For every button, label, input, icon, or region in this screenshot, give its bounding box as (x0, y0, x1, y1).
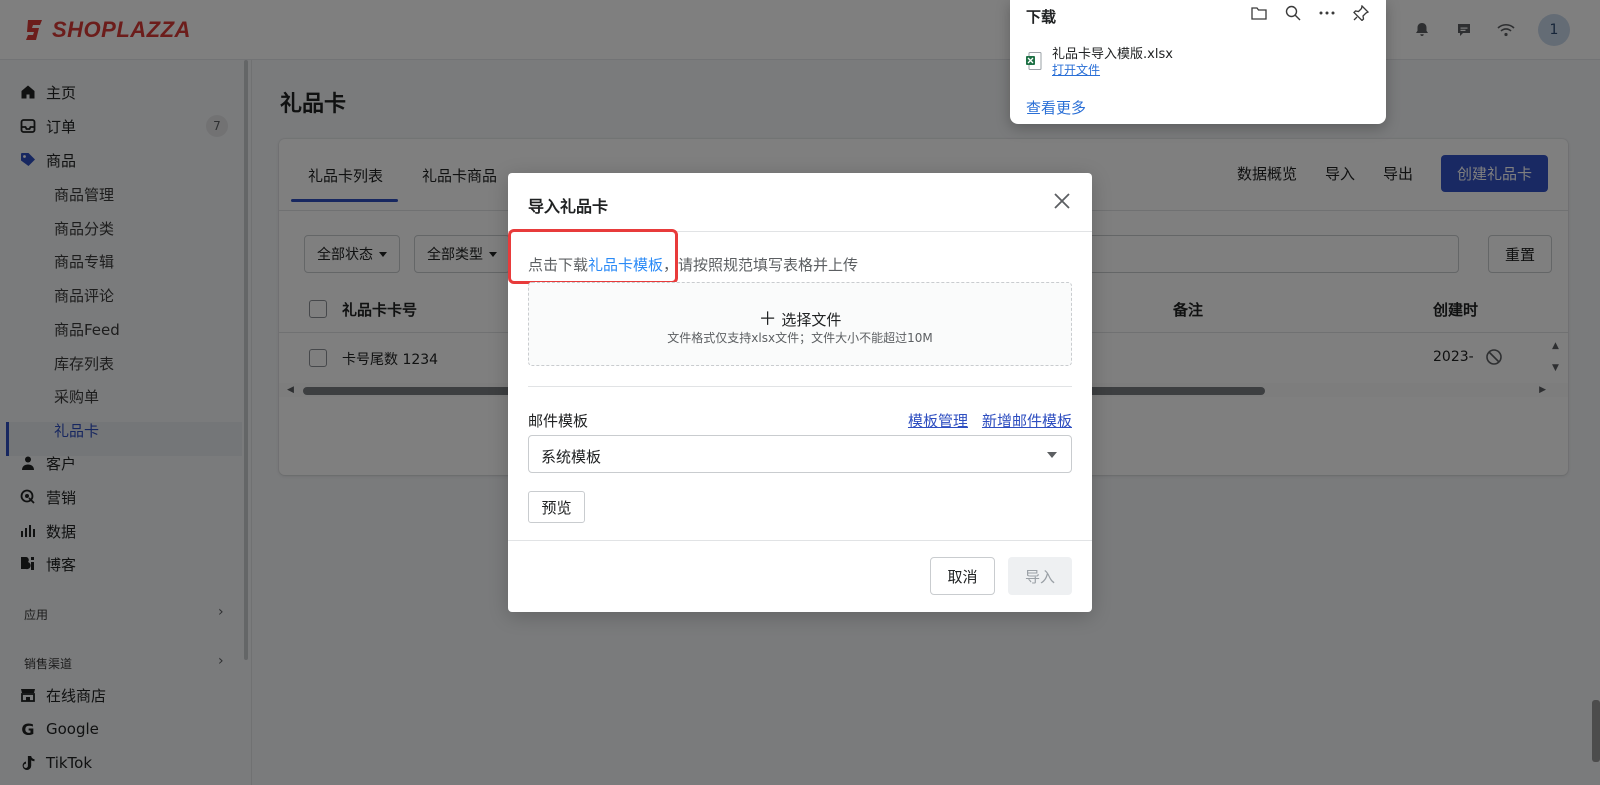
file-upload-dropzone[interactable]: ＋ 选择文件 文件格式仅支持xlsx文件；文件大小不能超过10M (528, 282, 1072, 366)
choose-file-text: 选择文件 (781, 311, 842, 329)
divider (528, 386, 1072, 387)
import-gift-card-dialog: 导入礼品卡 点击下载礼品卡模板，请按照规范填写表格并上传 ＋ 选择文件 文件格式… (508, 173, 1092, 612)
downloads-toolbar (1250, 4, 1370, 22)
dialog-header: 导入礼品卡 (508, 173, 1092, 232)
plus-icon: ＋ (758, 309, 777, 330)
downloads-title: 下载 (1026, 8, 1057, 26)
open-file-link[interactable]: 打开文件 (1052, 61, 1100, 78)
more-icon[interactable] (1318, 4, 1336, 22)
preview-button[interactable]: 预览 (528, 491, 585, 523)
caret-down-icon (1047, 452, 1057, 458)
selected-template: 系统模板 (541, 448, 602, 466)
downloaded-filename: 礼品卡导入模版.xlsx (1052, 47, 1173, 62)
close-icon[interactable] (1052, 191, 1072, 211)
mail-template-select[interactable]: 系统模板 (528, 435, 1072, 473)
hint-suffix: ，请按照规范填写表格并上传 (663, 256, 859, 274)
choose-file-label: ＋ 选择文件 (529, 305, 1071, 331)
excel-file-icon (1026, 52, 1042, 70)
edge-side-widget[interactable] (1592, 700, 1600, 762)
mail-template-links: 模板管理 新增邮件模板 (908, 410, 1072, 431)
mail-template-label: 邮件模板 (528, 412, 589, 430)
template-manage-link[interactable]: 模板管理 (908, 410, 968, 431)
confirm-import-button[interactable]: 导入 (1008, 557, 1072, 595)
search-icon[interactable] (1284, 4, 1302, 22)
highlight-box (508, 229, 678, 284)
file-format-note: 文件格式仅支持xlsx文件；文件大小不能超过10M (667, 331, 933, 345)
pin-icon[interactable] (1352, 4, 1370, 22)
folder-icon[interactable] (1250, 4, 1268, 22)
dialog-title: 导入礼品卡 (528, 197, 609, 216)
dialog-footer-divider (508, 540, 1092, 541)
new-mail-template-link[interactable]: 新增邮件模板 (982, 410, 1072, 431)
see-more-link[interactable]: 查看更多 (1026, 97, 1086, 118)
browser-downloads-panel: 下载 礼品卡导入模版.xlsx 打开文件 查看更多 (1010, 0, 1386, 124)
cancel-button[interactable]: 取消 (930, 557, 995, 595)
